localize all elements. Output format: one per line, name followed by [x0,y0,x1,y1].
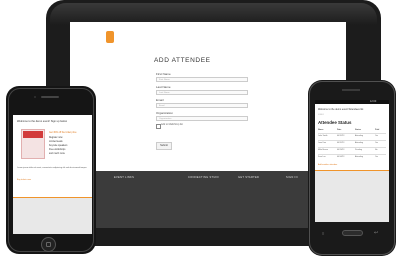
row-divider [318,133,386,134]
android-speaker [342,89,360,91]
promo-line-1: Get 30% off the ticket price [49,132,77,134]
submit-button[interactable]: Submit [156,142,172,150]
promo-line-3: Limited seats [49,141,63,143]
row-divider [318,140,386,141]
first-name-input[interactable]: First Name [156,77,248,82]
col-status: Status [355,129,362,131]
table-cell: Yes [375,142,379,144]
status-bar [315,100,389,104]
site-footer [70,171,346,228]
table-cell: Attending [355,156,363,158]
iphone-header: Welcome to the demo event! Sign up below [17,120,67,123]
iphone-footer-divider [13,197,92,198]
table-cell: John Smith [318,135,328,137]
table-cell: No [375,149,378,151]
table-cell: Yes [375,135,379,137]
footer-link-2[interactable]: CONNECTING STUFF [188,176,219,179]
table-cell: 04/12/13 [337,135,345,137]
organization-label: Organization [156,111,174,115]
table-cell: 04/13/13 [337,149,345,151]
tablet-screen: ADD ATTENDEE First Name First Name Last … [70,22,346,228]
col-paid: Paid [375,129,380,131]
back-icon[interactable]: ↩ [374,231,378,236]
iphone-screen: Welcome to the demo event! Sign up below… [13,115,92,234]
email-input[interactable]: Email [156,103,248,108]
table-cell: 04/14/13 [337,156,345,158]
iphone-paragraph: Lorem ipsum dolor sit amet, consectetur … [17,167,87,169]
iphone-link[interactable]: Buy tickets now [17,179,87,181]
logo-text [101,44,121,47]
android-screen: Welcome to the demo event! Attendees lis… [315,100,389,222]
table-cell: Pending [355,149,362,151]
android-footer [315,170,389,222]
table-cell: Attending [355,142,363,144]
promo-line-5: Free workshops [49,149,66,151]
last-name-input[interactable]: Last Name [156,90,248,95]
table-cell: 04/12/13 [337,142,345,144]
add-attendee-link[interactable]: Add another attendee [318,164,337,166]
organization-input[interactable]: Organization [156,116,248,121]
col-date: Date [337,129,342,131]
promo-banner [23,131,43,138]
menu-icon[interactable]: ≡ [322,232,324,236]
iphone-footer [13,197,92,234]
page-title: ADD ATTENDEE [154,57,211,64]
promo-line-2: Register now [49,137,63,139]
home-square-icon [46,242,51,247]
home-button[interactable] [342,230,363,236]
footer-link-3[interactable]: GET STARTED [238,176,259,179]
row-divider [318,147,386,148]
android-logo: LOGO [318,114,324,116]
footer-link-4[interactable]: SIGN IN [286,176,298,179]
camera-icon [34,96,36,98]
row-divider [318,154,386,155]
status-time: 12:00 [370,100,377,103]
email-label: Email [156,98,164,102]
promo-line-6: and much more [49,153,65,155]
promo-line-4: Keynote speakers [49,145,68,147]
table-cell: Yes [375,156,379,158]
footer-link-1[interactable]: EVENT LINKS [114,176,134,179]
attendee-status-title: Attendee Status [318,120,352,125]
table-cell: Attending [355,135,363,137]
table-cell: Sara Lee [318,156,326,158]
table-cell: Mike Brown [318,149,328,151]
android-header: Welcome to the demo event! Attendees lis… [318,108,364,111]
first-name-label: First Name [156,72,171,76]
logo-icon[interactable] [106,31,114,43]
mailing-checkbox-label: Add to Mailchimp list [161,123,183,126]
last-name-label: Last Name [156,85,171,89]
android-footer-divider [315,170,389,171]
col-name: Name [318,129,324,131]
table-cell: Jane Doe [318,142,327,144]
speaker-grille [41,96,59,98]
